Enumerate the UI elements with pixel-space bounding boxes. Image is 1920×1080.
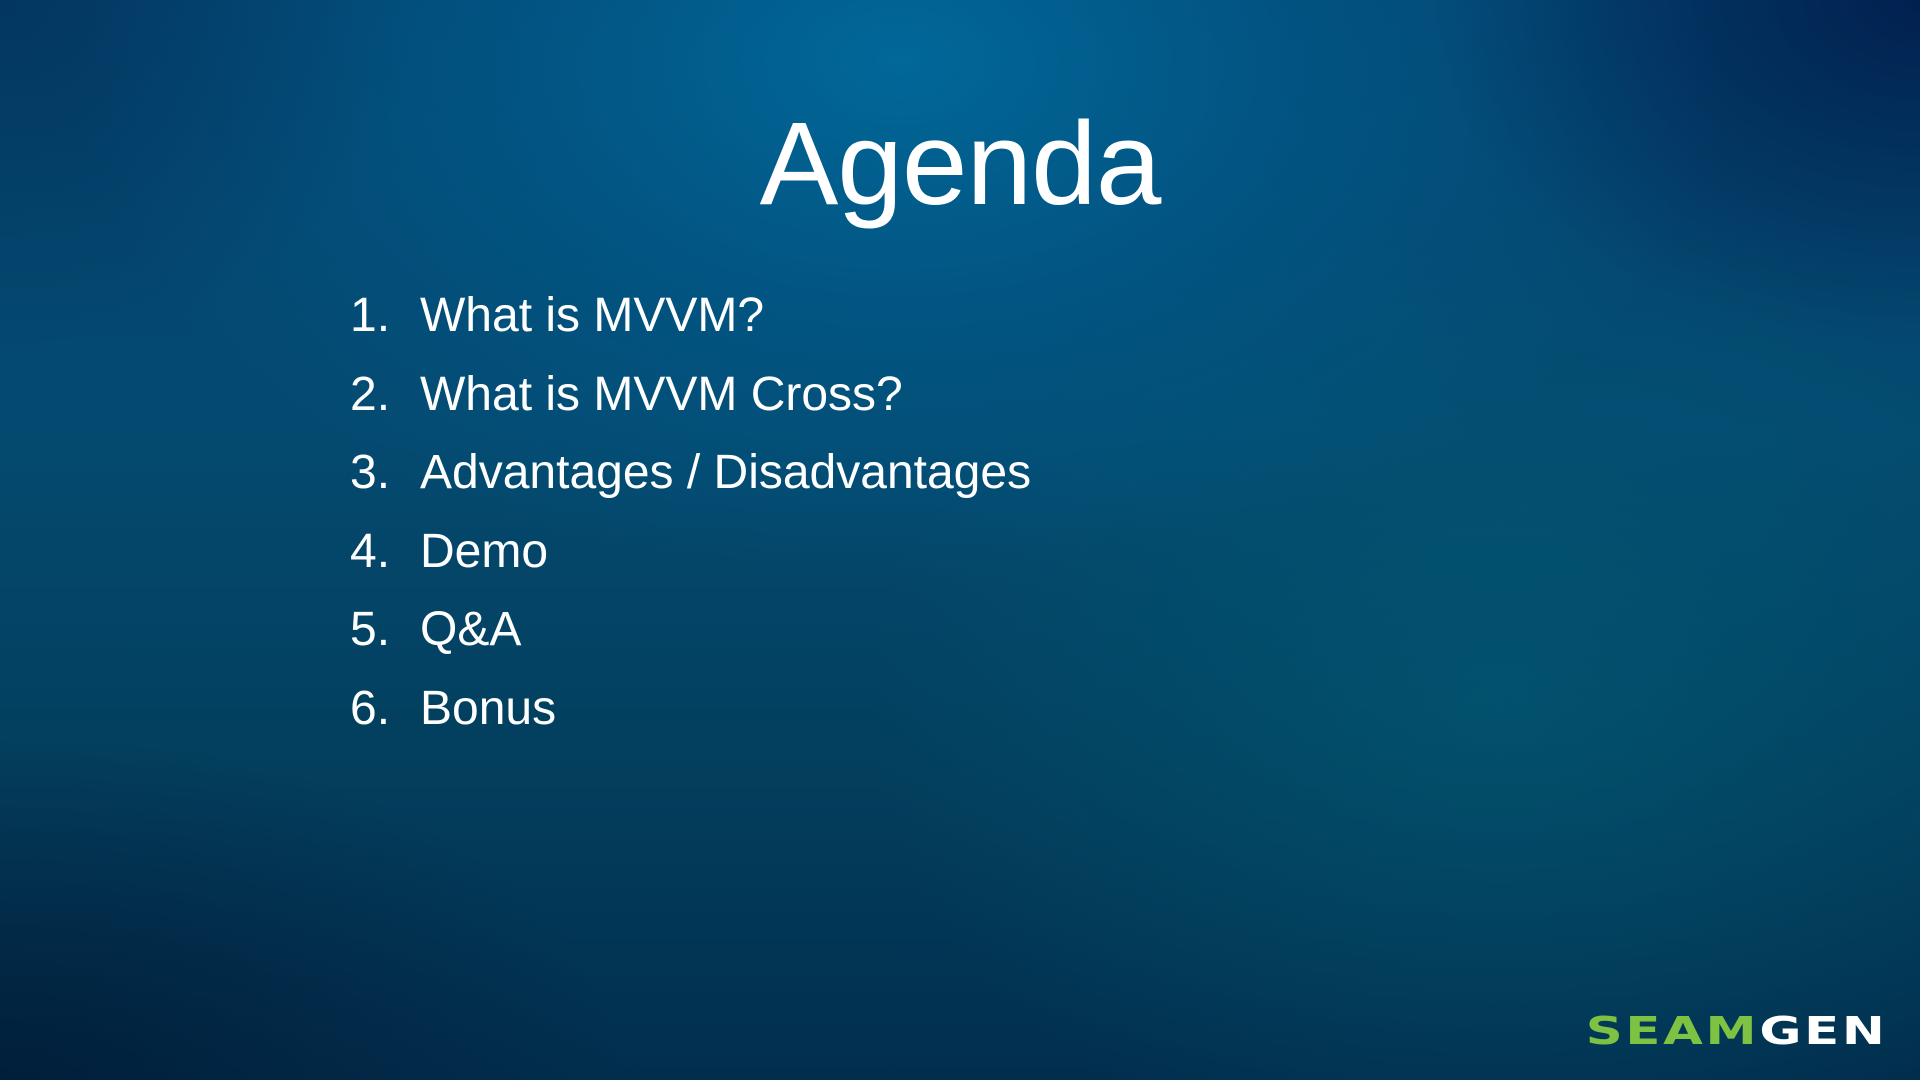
slide-title: Agenda [759,98,1162,230]
agenda-item: 5. Q&A [350,606,1031,685]
agenda-item-text: Advantages / Disadvantages [420,446,1032,499]
logo-text-seam: SEAM [1586,1009,1760,1053]
logo-text-gen: GEN [1759,1009,1888,1053]
agenda-item: 6. Bonus [350,681,1031,764]
agenda-item: 4. Demo [350,524,1031,607]
agenda-item: 1. What is MVVM? [350,292,1031,371]
agenda-list: 1. What is MVVM? 2. What is MVVM Cross? … [350,292,1031,763]
agenda-item-number: 4. [350,524,391,578]
agenda-item-text: What is MVVM? [420,289,765,342]
agenda-item: 2. What is MVVM Cross? [350,367,1031,450]
agenda-item-number: 5. [350,603,391,656]
agenda-item-number: 2. [350,367,391,421]
presentation-slide: Agenda 1. What is MVVM? 2. What is MVVM … [0,0,1920,1080]
agenda-item-number: 1. [350,289,391,342]
seamgen-logo: SEAMGEN [1586,1012,1888,1050]
agenda-item-text: Demo [420,524,549,578]
agenda-item-number: 6. [350,681,391,735]
agenda-item-number: 3. [350,446,391,499]
agenda-item-text: Q&A [420,603,522,656]
agenda-item: 3. Advantages / Disadvantages [350,449,1031,528]
agenda-item-text: What is MVVM Cross? [420,367,903,421]
agenda-item-text: Bonus [420,681,557,735]
